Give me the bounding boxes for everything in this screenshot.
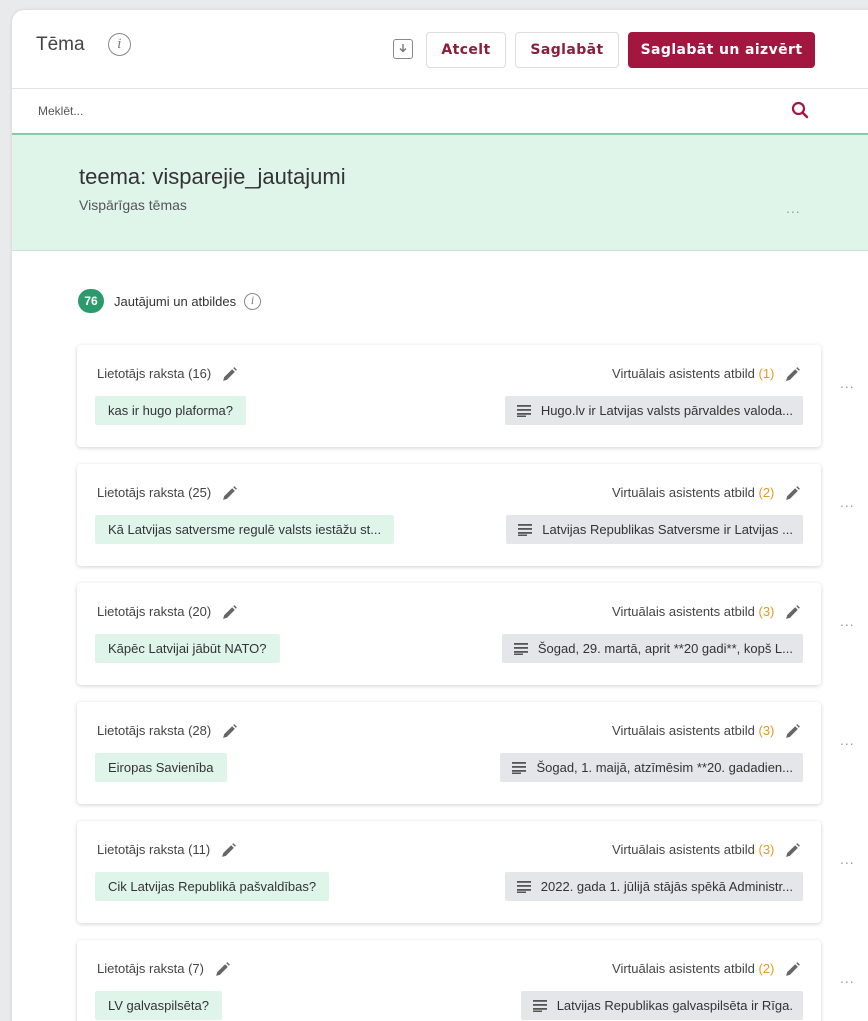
search-input[interactable] (12, 89, 802, 133)
user-count: (7) (188, 961, 204, 976)
assistant-answers-label: Virtuālais asistents atbild (1) (612, 366, 801, 383)
more-icon[interactable]: ... (786, 200, 801, 216)
question-chip[interactable]: LV galvaspilsēta? (95, 991, 222, 1020)
answer-text: Hugo.lv ir Latvijas valsts pārvaldes val… (540, 403, 793, 418)
answer-chip[interactable]: Latvijas Republikas galvaspilsēta ir Rīg… (520, 991, 803, 1020)
question-chip[interactable]: Kāpēc Latvijai jābūt NATO? (95, 634, 280, 663)
answer-chip[interactable]: Hugo.lv ir Latvijas valsts pārvaldes val… (504, 396, 803, 425)
download-icon[interactable] (393, 39, 413, 59)
answer-chip[interactable]: Latvijas Republikas Satversme ir Latvija… (506, 515, 803, 544)
assistant-answers-label: Virtuālais asistents atbild (2) (612, 485, 801, 502)
pencil-icon[interactable] (784, 366, 801, 383)
question-chip[interactable]: Cik Latvijas Republikā pašvaldības? (95, 872, 330, 901)
answer-text: Šogad, 29. martā, aprit **20 gadi**, kop… (537, 641, 793, 656)
info-icon[interactable]: i (244, 292, 262, 310)
pencil-icon[interactable] (221, 366, 238, 383)
assistant-count: (2) (758, 485, 775, 500)
pencil-icon[interactable] (221, 723, 238, 740)
answer-chip[interactable]: 2022. gada 1. jūlijā stājās spēkā Admini… (504, 872, 803, 901)
topic-title: teema: visparejie_jautajumi (79, 164, 346, 189)
assistant-answers-label: Virtuālais asistents atbild (2) (612, 961, 801, 978)
topic-subtitle: Vispārīgas tēmas (79, 197, 187, 213)
pencil-icon[interactable] (784, 961, 801, 978)
assistant-count: (1) (758, 366, 775, 381)
assistant-count: (3) (758, 842, 775, 857)
user-says-label: Lietotājs raksta (7) (97, 961, 231, 978)
assistant-count: (3) (758, 604, 775, 619)
qa-card[interactable]: Lietotājs raksta (20) Virtuālais asisten… (77, 583, 821, 685)
lines-icon (532, 999, 547, 1012)
more-icon[interactable]: ... (840, 732, 855, 748)
pencil-icon[interactable] (784, 723, 801, 740)
lines-icon (512, 761, 527, 774)
user-says-label: Lietotājs raksta (25) (97, 485, 238, 502)
pencil-icon[interactable] (220, 842, 237, 859)
pencil-icon[interactable] (784, 604, 801, 621)
user-says-label: Lietotājs raksta (16) (97, 366, 238, 383)
qa-label: Jautājumi un atbildes (114, 293, 237, 309)
lines-icon (516, 404, 531, 417)
more-icon[interactable]: ... (840, 494, 855, 510)
question-chip[interactable]: Kā Latvijas satversme regulē valsts iest… (95, 515, 395, 544)
assistant-count: (3) (758, 723, 775, 738)
qa-card[interactable]: Lietotājs raksta (11) Virtuālais asisten… (77, 821, 821, 923)
assistant-answers-label: Virtuālais asistents atbild (3) (612, 604, 801, 621)
pencil-icon[interactable] (784, 842, 801, 859)
user-says-label: Lietotājs raksta (28) (97, 723, 238, 740)
qa-card[interactable]: Lietotājs raksta (28) Virtuālais asisten… (77, 702, 821, 804)
user-says-label: Lietotājs raksta (20) (97, 604, 238, 621)
user-count: (25) (188, 485, 212, 500)
lines-icon (518, 523, 533, 536)
answer-text: Latvijas Republikas Satversme ir Latvija… (542, 522, 793, 537)
header: Tēma i Atcelt Saglabāt Saglabāt un aizvē… (12, 10, 868, 88)
qa-card[interactable]: Lietotājs raksta (16) Virtuālais asisten… (77, 345, 821, 447)
save-button[interactable]: Saglabāt (515, 32, 619, 68)
user-count: (16) (188, 366, 212, 381)
answer-chip[interactable]: Šogad, 1. maijā, atzīmēsim **20. gadadie… (500, 753, 803, 782)
download-arrow-icon (399, 44, 407, 53)
user-says-label: Lietotājs raksta (11) (97, 842, 237, 859)
search-icon[interactable] (791, 101, 809, 124)
assistant-answers-label: Virtuālais asistents atbild (3) (612, 842, 801, 859)
topic-editor-panel: Tēma i Atcelt Saglabāt Saglabāt un aizvē… (12, 10, 868, 1021)
cancel-button[interactable]: Atcelt (426, 32, 506, 68)
more-icon[interactable]: ... (840, 851, 855, 867)
answer-text: 2022. gada 1. jūlijā stājās spēkā Admini… (540, 879, 793, 894)
lines-icon (516, 880, 531, 893)
answer-chip[interactable]: Šogad, 29. martā, aprit **20 gadi**, kop… (501, 634, 803, 663)
user-count: (28) (188, 723, 212, 738)
user-count: (11) (188, 842, 211, 857)
question-chip[interactable]: kas ir hugo plaforma? (95, 396, 247, 425)
answer-text: Latvijas Republikas galvaspilsēta ir Rīg… (556, 998, 793, 1013)
topic-header: teema: visparejie_jautajumi Vispārīgas t… (12, 133, 868, 251)
info-icon[interactable]: i (108, 33, 131, 56)
more-icon[interactable]: ... (840, 613, 855, 629)
search-bar (12, 88, 868, 133)
more-icon[interactable]: ... (840, 970, 855, 986)
pencil-icon[interactable] (221, 604, 238, 621)
page-title: Tēma (36, 34, 85, 55)
qa-section-header: 76 Jautājumi un atbildes i (78, 289, 262, 313)
qa-card[interactable]: Lietotājs raksta (25) Virtuālais asisten… (77, 464, 821, 566)
assistant-count: (2) (758, 961, 775, 976)
qa-card[interactable]: Lietotājs raksta (7) Virtuālais asistent… (77, 940, 821, 1021)
pencil-icon[interactable] (214, 961, 231, 978)
pencil-icon[interactable] (221, 485, 238, 502)
user-count: (20) (188, 604, 212, 619)
answer-text: Šogad, 1. maijā, atzīmēsim **20. gadadie… (536, 760, 793, 775)
count-badge: 76 (78, 289, 104, 313)
save-and-close-button[interactable]: Saglabāt un aizvērt (628, 32, 815, 68)
question-chip[interactable]: Eiropas Savienība (95, 753, 227, 782)
pencil-icon[interactable] (784, 485, 801, 502)
more-icon[interactable]: ... (840, 375, 855, 391)
lines-icon (513, 642, 528, 655)
assistant-answers-label: Virtuālais asistents atbild (3) (612, 723, 801, 740)
